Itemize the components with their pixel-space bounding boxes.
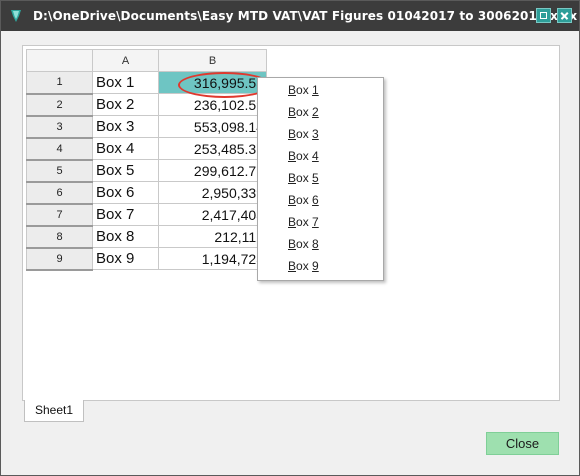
app-window: D:\OneDrive\Documents\Easy MTD VAT\VAT F… bbox=[0, 0, 580, 476]
row-header[interactable]: 5 bbox=[26, 159, 93, 183]
grid-corner[interactable] bbox=[26, 49, 93, 72]
cell-a[interactable]: Box 3 bbox=[92, 115, 159, 138]
menu-item-mnemonic: B bbox=[288, 215, 297, 229]
app-logo-icon bbox=[8, 8, 24, 24]
table-row: 6 Box 6 2,950,339 bbox=[26, 181, 267, 205]
cell-b[interactable]: 2,417,408 bbox=[158, 203, 267, 226]
menu-item-label: ox bbox=[296, 127, 313, 141]
menu-item-number: 5 bbox=[312, 171, 319, 185]
menu-item-label: ox bbox=[296, 193, 313, 207]
menu-item-mnemonic: B bbox=[288, 237, 297, 251]
menu-item-mnemonic: B bbox=[288, 171, 297, 185]
menu-item-box-5[interactable]: Box 5 bbox=[288, 171, 319, 185]
cell-a[interactable]: Box 5 bbox=[92, 159, 159, 182]
title-bar[interactable]: D:\OneDrive\Documents\Easy MTD VAT\VAT F… bbox=[1, 1, 579, 31]
menu-item-number: 2 bbox=[312, 105, 319, 119]
row-header[interactable]: 4 bbox=[26, 137, 93, 161]
context-menu: Box 1 Box 2 Box 3 Box 4 Box 5 Box 6 Box 7 Box 8… bbox=[257, 77, 384, 281]
row-header[interactable]: 1 bbox=[26, 71, 93, 95]
maximize-button[interactable] bbox=[536, 8, 551, 23]
cell-a[interactable]: Box 9 bbox=[92, 247, 159, 270]
column-header-b[interactable]: B bbox=[158, 49, 267, 72]
menu-item-label: ox bbox=[296, 83, 313, 97]
menu-item-number: 7 bbox=[312, 215, 319, 229]
menu-item-mnemonic: B bbox=[288, 193, 297, 207]
menu-item-box-7[interactable]: Box 7 bbox=[288, 215, 319, 229]
menu-item-box-1[interactable]: Box 1 bbox=[288, 83, 319, 97]
table-row: 3 Box 3 553,098.14 bbox=[26, 115, 267, 139]
menu-item-box-6[interactable]: Box 6 bbox=[288, 193, 319, 207]
table-row: 8 Box 8 212,112 bbox=[26, 225, 267, 249]
row-header[interactable]: 2 bbox=[26, 93, 93, 117]
table-row: 5 Box 5 299,612.77 bbox=[26, 159, 267, 183]
menu-item-box-2[interactable]: Box 2 bbox=[288, 105, 319, 119]
menu-item-number: 3 bbox=[312, 127, 319, 141]
menu-item-mnemonic: B bbox=[288, 127, 297, 141]
menu-item-mnemonic: B bbox=[288, 83, 297, 97]
cell-b[interactable]: 553,098.14 bbox=[158, 115, 267, 138]
menu-item-box-4[interactable]: Box 4 bbox=[288, 149, 319, 163]
cell-b[interactable]: 212,112 bbox=[158, 225, 267, 248]
cell-a[interactable]: Box 1 bbox=[92, 71, 159, 94]
cell-a[interactable]: Box 6 bbox=[92, 181, 159, 204]
column-header-a[interactable]: A bbox=[92, 49, 159, 72]
cell-b[interactable]: 1,194,723 bbox=[158, 247, 267, 270]
sheet-tab-sheet1[interactable]: Sheet1 bbox=[24, 400, 84, 422]
close-button[interactable]: Close bbox=[486, 432, 559, 455]
menu-item-box-8[interactable]: Box 8 bbox=[288, 237, 319, 251]
maximize-icon bbox=[540, 12, 547, 19]
menu-item-box-3[interactable]: Box 3 bbox=[288, 127, 319, 141]
cell-b[interactable]: 2,950,339 bbox=[158, 181, 267, 204]
menu-item-number: 9 bbox=[312, 259, 319, 273]
window-title: D:\OneDrive\Documents\Easy MTD VAT\VAT F… bbox=[33, 9, 578, 23]
menu-item-label: ox bbox=[296, 259, 313, 273]
window-close-button[interactable] bbox=[557, 8, 572, 23]
menu-item-label: ox bbox=[296, 171, 313, 185]
table-row: 9 Box 9 1,194,723 bbox=[26, 247, 267, 271]
row-header[interactable]: 6 bbox=[26, 181, 93, 205]
menu-item-mnemonic: B bbox=[288, 259, 297, 273]
menu-item-label: ox bbox=[296, 105, 313, 119]
menu-item-label: ox bbox=[296, 237, 313, 251]
cell-a[interactable]: Box 7 bbox=[92, 203, 159, 226]
table-row: 4 Box 4 253,485.37 bbox=[26, 137, 267, 161]
menu-item-number: 6 bbox=[312, 193, 319, 207]
menu-item-number: 8 bbox=[312, 237, 319, 251]
menu-item-number: 4 bbox=[312, 149, 319, 163]
menu-item-box-9[interactable]: Box 9 bbox=[288, 259, 319, 273]
cell-a[interactable]: Box 2 bbox=[92, 93, 159, 116]
menu-item-label: ox bbox=[296, 215, 313, 229]
row-header[interactable]: 8 bbox=[26, 225, 93, 249]
menu-item-label: ox bbox=[296, 149, 313, 163]
cell-b[interactable]: 299,612.77 bbox=[158, 159, 267, 182]
menu-item-number: 1 bbox=[312, 83, 319, 97]
cell-a[interactable]: Box 8 bbox=[92, 225, 159, 248]
cell-a[interactable]: Box 4 bbox=[92, 137, 159, 160]
cell-b[interactable]: 253,485.37 bbox=[158, 137, 267, 160]
table-row: 7 Box 7 2,417,408 bbox=[26, 203, 267, 227]
row-header[interactable]: 7 bbox=[26, 203, 93, 227]
row-header[interactable]: 3 bbox=[26, 115, 93, 139]
row-header[interactable]: 9 bbox=[26, 247, 93, 271]
menu-item-mnemonic: B bbox=[288, 149, 297, 163]
menu-item-mnemonic: B bbox=[288, 105, 297, 119]
